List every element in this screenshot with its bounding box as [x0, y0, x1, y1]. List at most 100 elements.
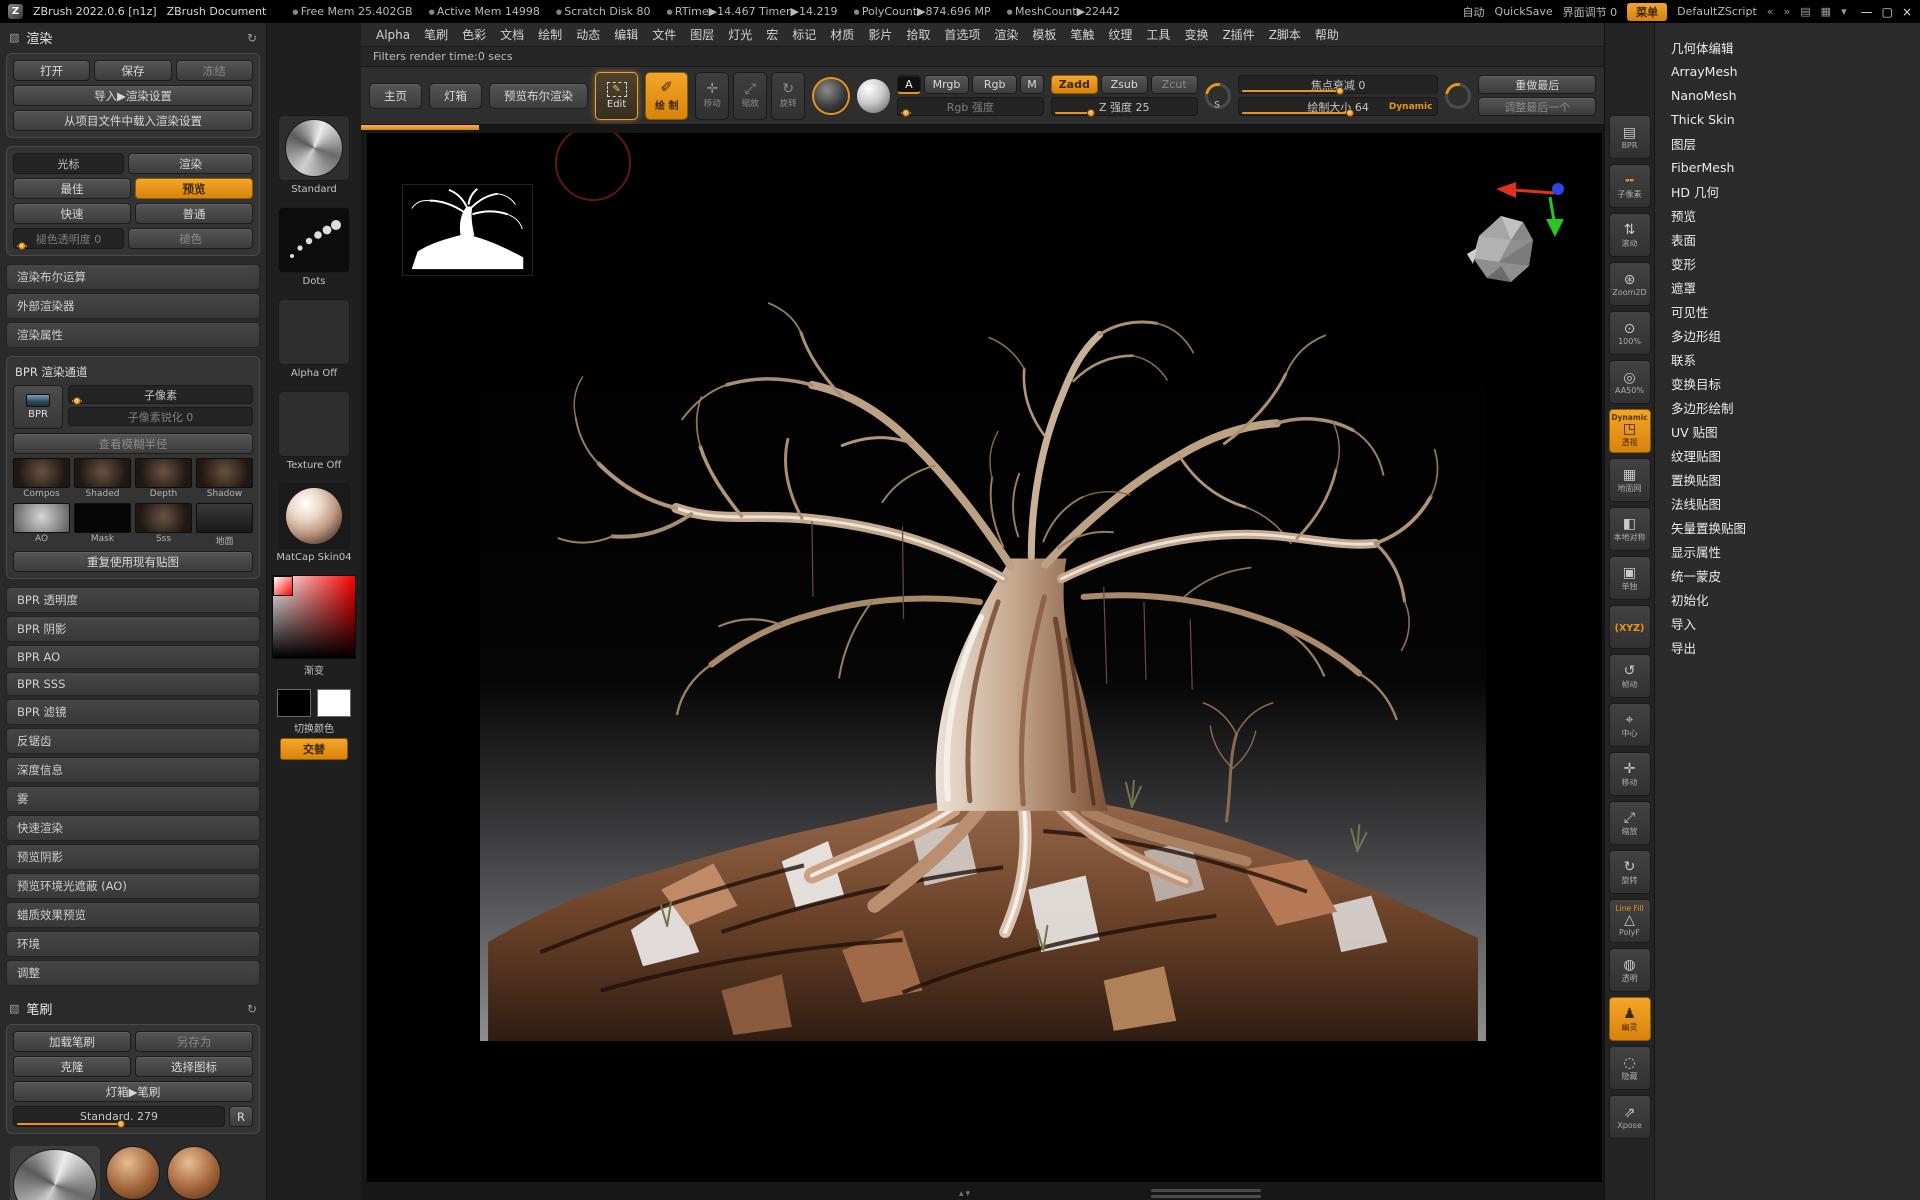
tool-subpalette-item[interactable]: 变形: [1655, 251, 1920, 275]
render-palette-header[interactable]: ▧ 渲染 ↻: [0, 23, 266, 52]
alternate-color-button[interactable]: 交替: [280, 738, 348, 760]
brush-slot-thumbnail[interactable]: [278, 115, 350, 181]
menu-item[interactable]: 渲染: [987, 23, 1025, 46]
bpr-pass-thumb[interactable]: Shadow: [196, 458, 253, 499]
tool-subpalette-item[interactable]: 图层: [1655, 131, 1920, 155]
menu-item[interactable]: 帮助: [1308, 23, 1346, 46]
dock-left-icon[interactable]: «: [1767, 5, 1774, 18]
anchor-button[interactable]: A: [897, 75, 921, 94]
brush-tile[interactable]: Clay: [106, 1146, 160, 1200]
tool-subpalette-item[interactable]: 导出: [1655, 635, 1920, 659]
bpr-pass-thumb[interactable]: Compos: [13, 458, 70, 499]
menu-item[interactable]: 绘制: [531, 23, 569, 46]
gyro-nav-button[interactable]: ⤢ 缩放: [733, 72, 767, 120]
focal-knob-icon[interactable]: S: [1200, 77, 1236, 113]
gyro-nav-button[interactable]: ↻ 旋转: [771, 72, 805, 120]
close-button[interactable]: ×: [1902, 5, 1912, 19]
render-subsection-row[interactable]: 雾: [6, 786, 260, 812]
minimize-button[interactable]: —: [1861, 5, 1873, 19]
right-shelf-button[interactable]: ♟ 幽灵: [1609, 997, 1651, 1041]
menu-item[interactable]: 宏: [759, 23, 785, 46]
right-shelf-button[interactable]: ◍ 透明: [1609, 948, 1651, 992]
tray-divider-handle[interactable]: ▴▾: [959, 1189, 972, 1199]
bpr-pass-thumb[interactable]: Depth: [135, 458, 192, 499]
render-section-row[interactable]: 渲染属性: [6, 322, 260, 348]
maximize-button[interactable]: ▢: [1882, 5, 1893, 19]
bpr-passes-header[interactable]: BPR 渲染通道: [13, 363, 253, 381]
render-section-row[interactable]: 外部渲染器: [6, 293, 260, 319]
home-button[interactable]: 主页: [369, 83, 422, 109]
cycle-config-icon[interactable]: ↻: [247, 31, 257, 45]
bpr-render-button[interactable]: BPR: [13, 385, 63, 429]
tool-subpalette-item[interactable]: UV 贴图: [1655, 419, 1920, 443]
redo-last-button[interactable]: 重做最后: [1478, 75, 1596, 94]
dock-right-icon[interactable]: »: [1784, 5, 1791, 18]
render-subsection-row[interactable]: 环境: [6, 931, 260, 957]
bpr-pass-thumb[interactable]: AO: [13, 503, 70, 547]
switch-color-button[interactable]: 切换颜色: [294, 720, 334, 735]
primary-color-swatch[interactable]: [277, 689, 311, 717]
sculptris-pro-icon[interactable]: [812, 77, 849, 115]
render-freeze-button[interactable]: 冻结: [176, 60, 253, 81]
color-picker[interactable]: [272, 575, 356, 659]
right-shelf-button[interactable]: ╍ 子像素: [1609, 164, 1651, 208]
tool-subpalette-item[interactable]: 预览: [1655, 203, 1920, 227]
menu-item[interactable]: Z脚本: [1262, 23, 1308, 46]
right-shelf-button[interactable]: Dynamic ◳ 透视: [1609, 409, 1651, 453]
render-subsection-row[interactable]: 预览阴影: [6, 844, 260, 870]
menu-item[interactable]: 灯光: [721, 23, 759, 46]
current-brush-slot[interactable]: Standard: [278, 115, 350, 195]
texture-off-thumbnail[interactable]: [278, 391, 350, 457]
z-intensity-slider[interactable]: Z 强度 25: [1051, 97, 1198, 116]
auto-quicksave-label[interactable]: 自动: [1463, 4, 1485, 20]
stroke-slot-thumbnail[interactable]: [278, 207, 350, 273]
menu-item[interactable]: 文件: [645, 23, 683, 46]
focal-shift-slider[interactable]: 焦点衰减 0: [1238, 75, 1439, 94]
canvas-area[interactable]: ▴▾: [361, 125, 1604, 1200]
material-slot[interactable]: MatCap Skin04: [276, 483, 351, 563]
render-open-button[interactable]: 打开: [13, 60, 90, 81]
menu-item[interactable]: 首选项: [937, 23, 987, 46]
cursor-field[interactable]: 光标: [13, 153, 124, 174]
mrgb-button[interactable]: Mrgb: [924, 75, 969, 94]
bpr-pass-thumb[interactable]: Shaded: [74, 458, 131, 499]
menu-item[interactable]: 标记: [785, 23, 823, 46]
right-shelf-button[interactable]: ⊙ 100%: [1609, 311, 1651, 355]
render-subsection-row[interactable]: 调整: [6, 960, 260, 986]
right-shelf-button[interactable]: ↻ 旋转: [1609, 850, 1651, 894]
tool-subpalette-item[interactable]: 多边形绘制: [1655, 395, 1920, 419]
gyro-nav-button[interactable]: ✛ 移动: [695, 72, 729, 120]
smooth-sphere-icon[interactable]: [857, 79, 890, 113]
tool-subpalette-item[interactable]: 表面: [1655, 227, 1920, 251]
subpixel-slider[interactable]: 子像素: [68, 385, 253, 404]
tool-subpalette-item[interactable]: 可见性: [1655, 299, 1920, 323]
best-render-button[interactable]: 最佳: [13, 178, 131, 199]
secondary-color-swatch[interactable]: [317, 689, 351, 717]
tool-subpalette-item[interactable]: 联系: [1655, 347, 1920, 371]
stroke-knob-icon[interactable]: [1440, 77, 1476, 113]
fade-opacity-slider[interactable]: 褪色透明度 0: [13, 228, 124, 249]
render-subsection-row[interactable]: BPR 阴影: [6, 616, 260, 642]
dynamic-label[interactable]: Dynamic: [1389, 102, 1433, 112]
adjust-last-button[interactable]: 调整最后一个: [1478, 97, 1596, 116]
zcut-button[interactable]: Zcut: [1151, 75, 1198, 94]
save-brush-as-button[interactable]: 另存为: [135, 1031, 253, 1052]
bpr-pass-thumb[interactable]: Mask: [74, 503, 131, 547]
right-shelf-button[interactable]: ⇗ Xpose: [1609, 1095, 1651, 1139]
menu-item[interactable]: 拾取: [899, 23, 937, 46]
panel-layout-icon[interactable]: ▤: [1800, 5, 1810, 18]
tool-subpalette-item[interactable]: 统一蒙皮: [1655, 563, 1920, 587]
default-zscript-button[interactable]: DefaultZScript: [1677, 5, 1757, 18]
tool-subpalette-item[interactable]: 置换贴图: [1655, 467, 1920, 491]
brush-r-button[interactable]: R: [229, 1106, 253, 1127]
render-subsection-row[interactable]: 快速渲染: [6, 815, 260, 841]
right-shelf-button[interactable]: ◌ 隐藏: [1609, 1046, 1651, 1090]
right-shelf-button[interactable]: ▣ 单独: [1609, 556, 1651, 600]
right-shelf-button[interactable]: ▦ 地面网: [1609, 458, 1651, 502]
rendered-sculpt[interactable]: [480, 284, 1486, 1041]
document-viewport[interactable]: [367, 133, 1602, 1182]
alpha-slot[interactable]: Alpha Off: [278, 299, 350, 379]
tool-subpalette-item[interactable]: Thick Skin: [1655, 107, 1920, 131]
view-blur-radius-button[interactable]: 查看模糊半径: [13, 433, 253, 454]
right-shelf-button[interactable]: ⇅ 滚动: [1609, 213, 1651, 257]
